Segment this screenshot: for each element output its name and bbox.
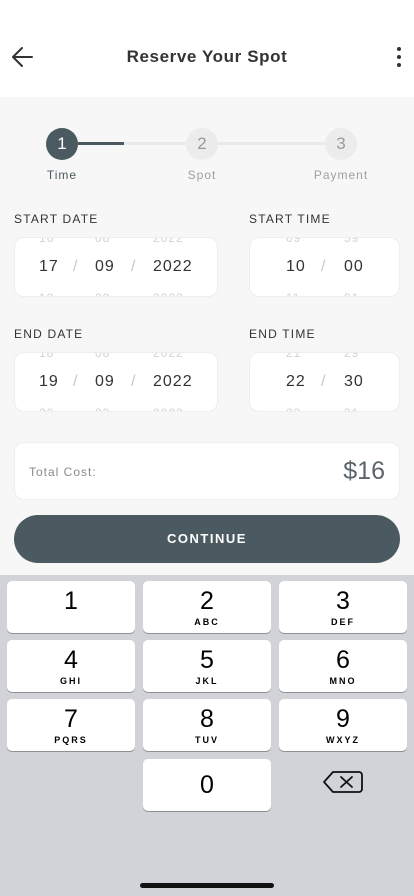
key-letters: JKL xyxy=(195,676,219,686)
key-number: 4 xyxy=(64,646,78,674)
step-2-label: Spot xyxy=(187,168,217,182)
start-minute-value[interactable]: 00 xyxy=(344,258,364,276)
step-1-circle[interactable]: 1 xyxy=(46,128,78,160)
end-time-picker[interactable]: 21 29 22 / 30 23 31 xyxy=(249,352,400,412)
time-separator: / xyxy=(321,373,326,390)
step-2-circle[interactable]: 2 xyxy=(186,128,218,160)
key-4[interactable]: 4 GHI xyxy=(7,640,135,692)
key-letters: MNO xyxy=(329,676,357,686)
picker-prev-value: 18 xyxy=(39,352,55,360)
picker-next-value: 09 xyxy=(95,291,110,296)
key-5[interactable]: 5 JKL xyxy=(143,640,271,692)
key-1[interactable]: 1 xyxy=(7,581,135,633)
key-6[interactable]: 6 MNO xyxy=(279,640,407,692)
key-letters: PQRS xyxy=(54,735,88,745)
key-3[interactable]: 3 DEF xyxy=(279,581,407,633)
step-3-label: Payment xyxy=(313,168,369,182)
picker-prev-value: 59 xyxy=(344,237,360,245)
key-number: 8 xyxy=(200,705,214,733)
end-month-value[interactable]: 09 xyxy=(95,373,115,391)
picker-prev-value: 08 xyxy=(95,237,111,245)
end-date-label: END DATE xyxy=(14,327,84,341)
key-number: 2 xyxy=(200,587,214,615)
picker-prev-value: 2022 xyxy=(153,237,184,245)
step-line xyxy=(124,142,186,145)
start-time-picker[interactable]: 09 59 10 / 00 11 01 xyxy=(249,237,400,297)
picker-next-value: 09 xyxy=(95,406,110,411)
start-date-picker[interactable]: 16 08 2022 17 / 09 / 2022 18 09 2022 xyxy=(14,237,218,297)
key-number: 0 xyxy=(200,771,214,799)
more-vertical-icon[interactable] xyxy=(392,44,406,70)
picker-next-value: 20 xyxy=(39,406,54,411)
picker-prev-value: 16 xyxy=(39,237,55,245)
start-day-value[interactable]: 17 xyxy=(39,258,59,276)
picker-next-value: 23 xyxy=(286,406,301,411)
key-letters: ABC xyxy=(194,617,220,627)
picker-prev-value: 08 xyxy=(95,352,111,360)
key-number: 1 xyxy=(64,587,78,615)
step-progress-line xyxy=(78,142,124,145)
date-separator: / xyxy=(73,373,78,390)
time-separator: / xyxy=(321,258,326,275)
key-letters: TUV xyxy=(195,735,219,745)
numeric-keyboard: 1 2 ABC 3 DEF 4 GHI 5 JKL 6 MNO 7 PQRS 8… xyxy=(0,575,414,896)
key-8[interactable]: 8 TUV xyxy=(143,699,271,751)
date-separator: / xyxy=(131,373,136,390)
key-7[interactable]: 7 PQRS xyxy=(7,699,135,751)
picker-next-value: 31 xyxy=(344,406,359,411)
date-separator: / xyxy=(73,258,78,275)
end-minute-value[interactable]: 30 xyxy=(344,373,364,391)
picker-prev-value: 2022 xyxy=(153,352,184,360)
page-title: Reserve Your Spot xyxy=(126,47,288,66)
start-year-value[interactable]: 2022 xyxy=(153,258,193,276)
key-letters: DEF xyxy=(331,617,355,627)
picker-next-value: 01 xyxy=(344,291,359,296)
picker-next-value: 2022 xyxy=(153,291,184,296)
total-cost-value: $16 xyxy=(343,457,385,485)
picker-next-value: 11 xyxy=(286,291,300,296)
key-2[interactable]: 2 ABC xyxy=(143,581,271,633)
home-indicator xyxy=(140,883,274,888)
step-line xyxy=(218,142,325,145)
picker-prev-value: 09 xyxy=(286,237,302,245)
end-hour-value[interactable]: 22 xyxy=(286,373,306,391)
backspace-icon[interactable] xyxy=(320,765,370,801)
end-date-picker[interactable]: 18 08 2022 19 / 09 / 2022 20 09 2022 xyxy=(14,352,218,412)
total-cost-card: Total Cost: $16 xyxy=(14,442,400,500)
picker-next-value: 18 xyxy=(39,291,54,296)
date-separator: / xyxy=(131,258,136,275)
end-day-value[interactable]: 19 xyxy=(39,373,59,391)
key-0[interactable]: 0 xyxy=(143,759,271,811)
key-number: 5 xyxy=(200,646,214,674)
end-year-value[interactable]: 2022 xyxy=(153,373,193,391)
key-letters: WXYZ xyxy=(326,735,360,745)
key-number: 3 xyxy=(336,587,350,615)
start-date-label: START DATE xyxy=(14,212,99,226)
key-9[interactable]: 9 WXYZ xyxy=(279,699,407,751)
key-letters: GHI xyxy=(59,676,82,686)
start-hour-value[interactable]: 10 xyxy=(286,258,306,276)
end-time-label: END TIME xyxy=(249,327,316,341)
header: Reserve Your Spot xyxy=(0,0,414,97)
start-time-label: START TIME xyxy=(249,212,331,226)
step-3-circle[interactable]: 3 xyxy=(325,128,357,160)
key-number: 6 xyxy=(336,646,350,674)
key-number: 7 xyxy=(64,705,78,733)
step-1-label: Time xyxy=(46,168,78,182)
picker-prev-value: 29 xyxy=(344,352,360,360)
picker-next-value: 2022 xyxy=(153,406,184,411)
picker-prev-value: 21 xyxy=(286,352,302,360)
key-number: 9 xyxy=(336,705,350,733)
total-cost-label: Total Cost: xyxy=(29,465,97,479)
continue-button[interactable]: CONTINUE xyxy=(14,515,400,563)
start-month-value[interactable]: 09 xyxy=(95,258,115,276)
